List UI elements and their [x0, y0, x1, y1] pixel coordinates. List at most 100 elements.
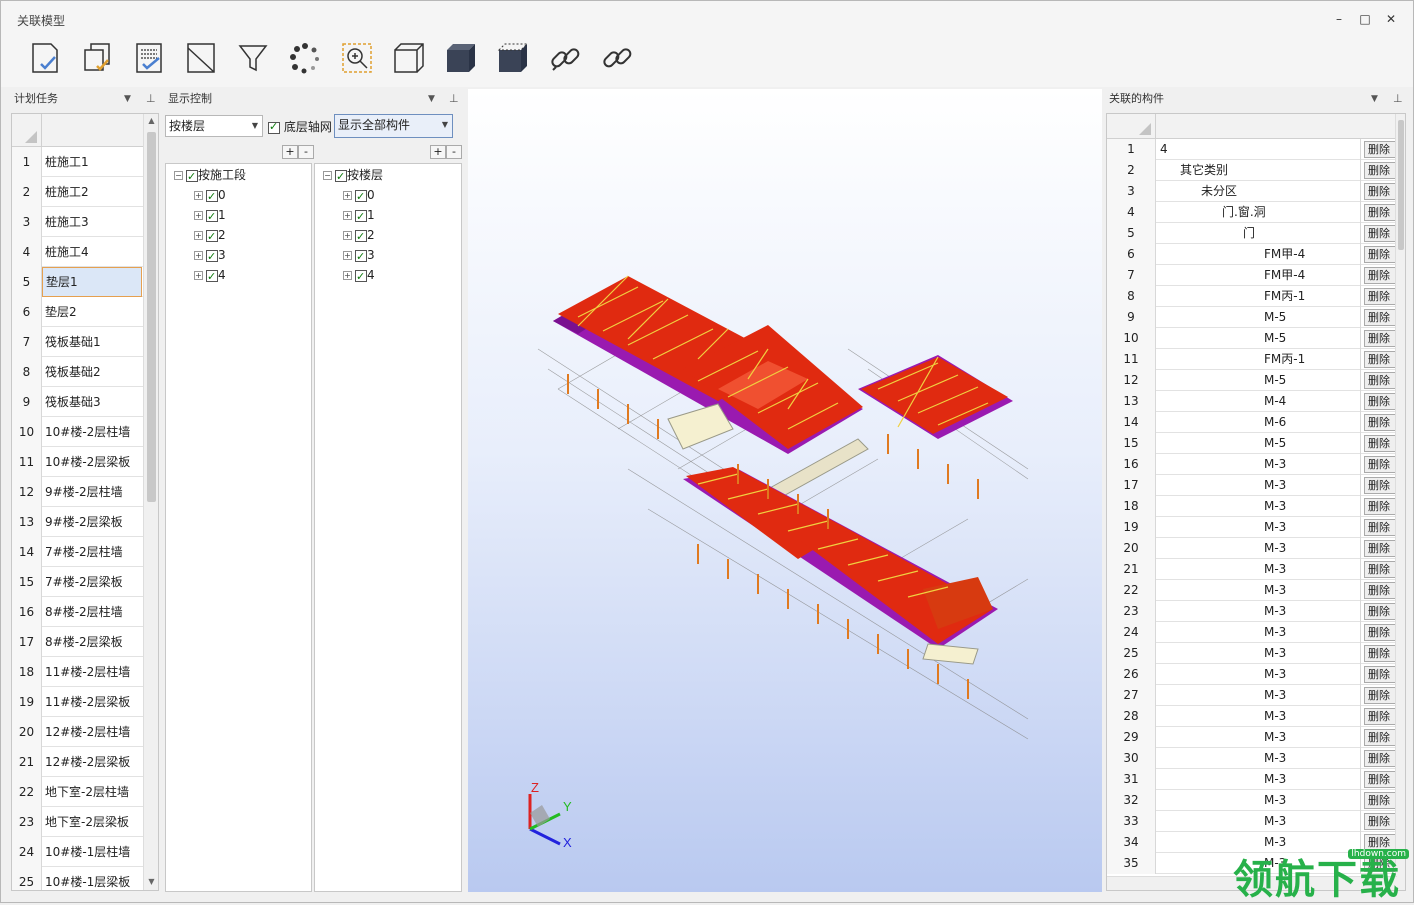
table-row[interactable]: 4 门.窗.洞 删除 [1107, 202, 1397, 223]
component-name[interactable]: M-3 [1156, 538, 1361, 559]
component-name[interactable]: M-3 [1156, 601, 1361, 622]
table-row[interactable]: 16 M-3 删除 [1107, 454, 1397, 475]
table-row[interactable]: 27 M-3 删除 [1107, 685, 1397, 706]
component-name[interactable]: FM甲-4 [1156, 244, 1361, 265]
task-name[interactable]: 地下室-2层柱墙 [45, 777, 129, 807]
scroll-thumb[interactable] [147, 132, 156, 502]
filter-icon[interactable] [235, 40, 271, 76]
select-all-corner[interactable] [1107, 114, 1156, 139]
delete-button[interactable]: 删除 [1364, 414, 1396, 431]
task-name[interactable]: 桩施工2 [45, 177, 89, 207]
delete-button[interactable]: 删除 [1364, 288, 1396, 305]
component-name[interactable]: M-4 [1156, 391, 1361, 412]
table-row[interactable]: 13 M-4 删除 [1107, 391, 1397, 412]
delete-button[interactable]: 删除 [1364, 477, 1396, 494]
delete-button[interactable]: 删除 [1364, 708, 1396, 725]
table-row[interactable]: 10 10#楼-2层柱墙 [12, 417, 144, 447]
tree-checkbox[interactable] [355, 188, 367, 206]
delete-button[interactable]: 删除 [1364, 309, 1396, 326]
task-name[interactable]: 桩施工3 [45, 207, 89, 237]
floor-tree-node[interactable]: +2 [343, 226, 375, 246]
table-row[interactable]: 32 M-3 删除 [1107, 790, 1397, 811]
task-name[interactable]: 筏板基础2 [45, 357, 101, 387]
table-row[interactable]: 7 筏板基础1 [12, 327, 144, 357]
stage-tree-node[interactable]: +1 [194, 206, 226, 226]
component-name[interactable]: M-3 [1156, 496, 1361, 517]
table-row[interactable]: 19 11#楼-2层梁板 [12, 687, 144, 717]
table-row[interactable]: 18 M-3 删除 [1107, 496, 1397, 517]
table-row[interactable]: 18 11#楼-2层柱墙 [12, 657, 144, 687]
table-row[interactable]: 1 桩施工1 [12, 147, 144, 177]
show-components-select[interactable]: 显示全部构件 ▼ [334, 114, 453, 138]
component-name[interactable]: M-3 [1156, 580, 1361, 601]
delete-button[interactable]: 删除 [1364, 750, 1396, 767]
plan-panel-menu-icon[interactable]: ▼ [124, 88, 131, 110]
table-row[interactable]: 2 其它类别 删除 [1107, 160, 1397, 181]
table-row[interactable]: 14 M-6 删除 [1107, 412, 1397, 433]
tree-checkbox[interactable] [206, 188, 218, 206]
expand-icon[interactable]: + [343, 231, 352, 240]
table-row[interactable]: 26 M-3 删除 [1107, 664, 1397, 685]
collapse-all-button[interactable]: - [298, 145, 314, 159]
table-row[interactable]: 7 FM甲-4 删除 [1107, 265, 1397, 286]
component-name[interactable]: M-5 [1156, 307, 1361, 328]
task-name[interactable]: 桩施工4 [45, 237, 89, 267]
table-row[interactable]: 3 未分区 删除 [1107, 181, 1397, 202]
expand-icon[interactable]: + [194, 251, 203, 260]
task-name[interactable]: 8#楼-2层梁板 [45, 627, 123, 657]
expand-icon[interactable]: + [343, 191, 352, 200]
table-row[interactable]: 19 M-3 删除 [1107, 517, 1397, 538]
task-name[interactable]: 7#楼-2层梁板 [45, 567, 123, 597]
plan-panel-pin-icon[interactable]: ⊥ [146, 88, 156, 110]
table-row[interactable]: 29 M-3 删除 [1107, 727, 1397, 748]
task-name[interactable]: 10#楼-1层柱墙 [45, 837, 130, 867]
table-row[interactable]: 9 M-5 删除 [1107, 307, 1397, 328]
task-name[interactable]: 8#楼-2层柱墙 [45, 597, 123, 627]
delete-button[interactable]: 删除 [1364, 225, 1396, 242]
delete-button[interactable]: 删除 [1364, 666, 1396, 683]
scroll-down-icon[interactable]: ▼ [144, 877, 158, 886]
table-row[interactable]: 6 FM甲-4 删除 [1107, 244, 1397, 265]
delete-button[interactable]: 删除 [1364, 624, 1396, 641]
table-row[interactable]: 13 9#楼-2层梁板 [12, 507, 144, 537]
task-name[interactable]: 7#楼-2层柱墙 [45, 537, 123, 567]
link-icon[interactable] [547, 40, 583, 76]
shaded-box-icon[interactable] [495, 40, 531, 76]
task-name[interactable]: 12#楼-2层梁板 [45, 747, 130, 777]
task-name[interactable]: 10#楼-2层梁板 [45, 447, 130, 477]
table-row[interactable]: 8 筏板基础2 [12, 357, 144, 387]
table-row[interactable]: 30 M-3 删除 [1107, 748, 1397, 769]
expand-icon[interactable]: + [343, 251, 352, 260]
copy-check-icon[interactable] [79, 40, 115, 76]
table-row[interactable]: 4 桩施工4 [12, 237, 144, 267]
table-row[interactable]: 28 M-3 删除 [1107, 706, 1397, 727]
delete-button[interactable]: 删除 [1364, 372, 1396, 389]
expand-all-button[interactable]: + [282, 145, 298, 159]
table-row[interactable]: 20 M-3 删除 [1107, 538, 1397, 559]
component-name[interactable]: 未分区 [1156, 181, 1361, 202]
table-row[interactable]: 22 M-3 删除 [1107, 580, 1397, 601]
delete-button[interactable]: 删除 [1364, 729, 1396, 746]
component-name[interactable]: M-3 [1156, 559, 1361, 580]
axis-grid-checkbox[interactable] [268, 120, 280, 134]
component-name[interactable]: M-3 [1156, 685, 1361, 706]
tree-checkbox[interactable] [206, 208, 218, 226]
task-name[interactable]: 11#楼-2层梁板 [45, 687, 130, 717]
component-name[interactable]: 门.窗.洞 [1156, 202, 1361, 223]
delete-button[interactable]: 删除 [1364, 435, 1396, 452]
solid-box-icon[interactable] [443, 40, 479, 76]
delete-button[interactable]: 删除 [1364, 393, 1396, 410]
table-row[interactable]: 25 10#楼-1层梁板 [12, 867, 144, 890]
expand-icon[interactable]: + [194, 211, 203, 220]
component-name[interactable]: M-3 [1156, 475, 1361, 496]
collapse-icon[interactable]: − [323, 171, 332, 180]
task-name[interactable]: 10#楼-2层柱墙 [45, 417, 130, 447]
close-button[interactable]: ✕ [1380, 9, 1402, 29]
table-row[interactable]: 21 M-3 删除 [1107, 559, 1397, 580]
delete-button[interactable]: 删除 [1364, 771, 1396, 788]
delete-button[interactable]: 删除 [1364, 456, 1396, 473]
linked-panel-menu-icon[interactable]: ▼ [1371, 88, 1378, 110]
delete-button[interactable]: 删除 [1364, 582, 1396, 599]
display-panel-menu-icon[interactable]: ▼ [428, 88, 435, 110]
wireframe-box-icon[interactable] [391, 40, 427, 76]
